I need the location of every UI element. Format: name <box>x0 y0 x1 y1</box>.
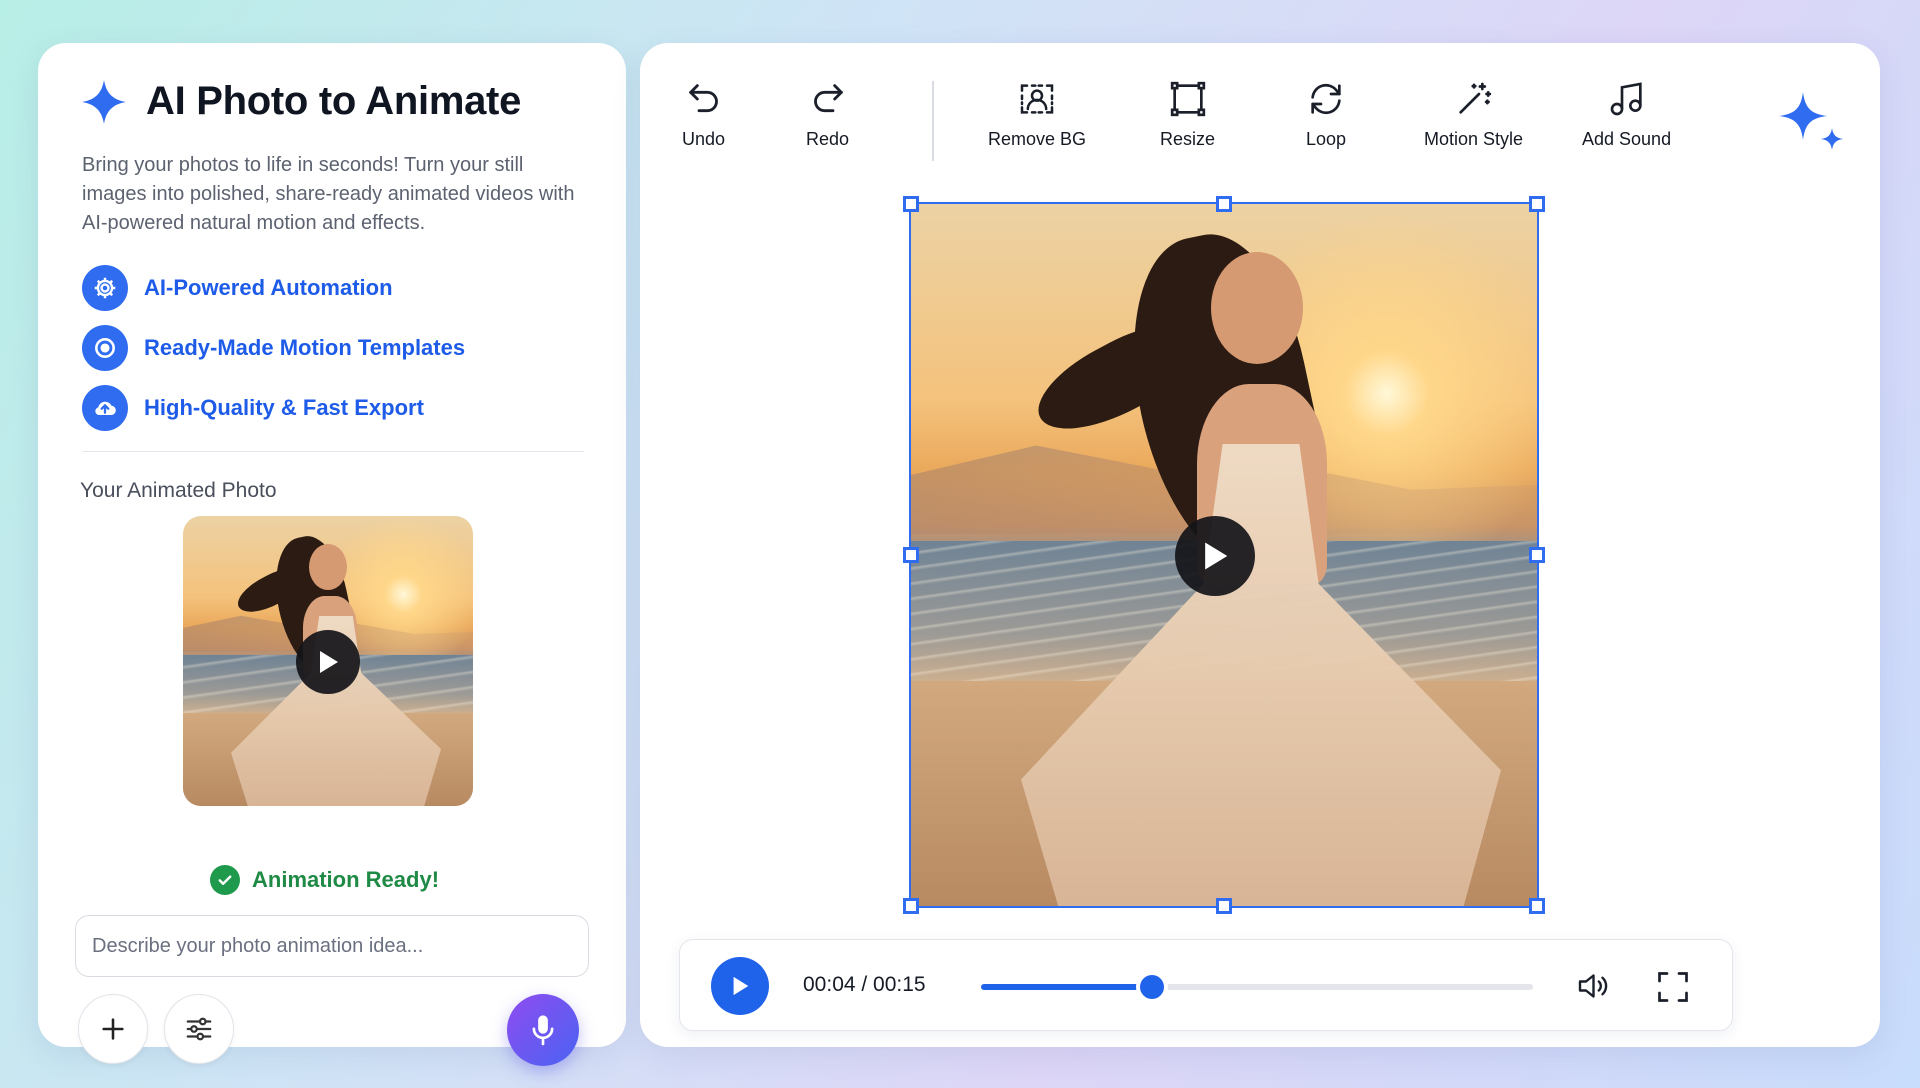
canvas-play-button[interactable] <box>1175 516 1255 596</box>
tool-label: Resize <box>1160 129 1216 149</box>
status-badge: Animation Ready! <box>252 867 440 892</box>
sliders-icon <box>186 1017 212 1041</box>
video-player-controls: 00:04 / 00:15 <box>679 939 1733 1031</box>
progress-thumb[interactable] <box>1140 975 1165 999</box>
resize-icon <box>1170 81 1205 117</box>
play-icon <box>1205 542 1228 570</box>
loop-icon <box>1311 83 1341 115</box>
tool-label: Motion Style <box>1424 129 1524 149</box>
resize-button[interactable]: Resize <box>1160 79 1215 150</box>
check-icon <box>210 865 240 895</box>
app-description: Bring your photos to life in seconds! Tu… <box>82 154 575 234</box>
sparkle-logo-icon <box>1779 92 1843 150</box>
resize-handle-bottom-left[interactable] <box>903 898 919 914</box>
magic-wand-icon <box>1458 82 1491 114</box>
resize-handle-left[interactable] <box>903 547 919 563</box>
feature-label: High-Quality & Fast Export <box>144 395 424 420</box>
resize-handle-top-right[interactable] <box>1529 196 1545 212</box>
music-note-icon <box>1610 82 1642 116</box>
target-icon <box>82 325 128 371</box>
photo-canvas[interactable] <box>903 196 1545 914</box>
editor-panel: Undo Redo Remove BG Resize Loop Motion S… <box>640 43 1880 1047</box>
undo-icon <box>688 84 718 113</box>
settings-button[interactable] <box>164 994 234 1064</box>
tool-label: Redo <box>806 129 850 149</box>
redo-icon <box>813 84 843 113</box>
cloud-upload-icon <box>82 385 128 431</box>
plus-icon <box>102 1018 124 1040</box>
remove-bg-button[interactable]: Remove BG <box>988 79 1086 150</box>
feature-list: AI-Powered Automation Ready-Made Motion … <box>82 265 465 445</box>
feature-label: Ready-Made Motion Templates <box>144 335 466 360</box>
divider <box>82 451 584 452</box>
tool-label: Remove BG <box>988 129 1087 149</box>
page-title: AI Photo to Animate <box>146 79 522 123</box>
sparkle-icon <box>82 79 126 124</box>
loop-button[interactable]: Loop <box>1304 79 1348 150</box>
prompt-input[interactable] <box>75 915 589 977</box>
motion-style-button[interactable]: Motion Style <box>1424 79 1523 150</box>
microphone-button[interactable] <box>507 994 579 1066</box>
resize-handle-bottom[interactable] <box>1216 898 1232 914</box>
add-sound-button[interactable]: Add Sound <box>1582 79 1671 150</box>
resize-handle-top[interactable] <box>1216 196 1232 212</box>
toolbar-divider <box>932 81 934 161</box>
playback-time: 00:04 / 00:15 <box>803 973 926 996</box>
preview-section-title: Your Animated Photo <box>80 479 277 502</box>
remove-bg-icon <box>1020 84 1054 114</box>
thumbnail-play-button[interactable] <box>296 630 360 694</box>
play-button[interactable] <box>711 957 769 1015</box>
play-icon <box>320 651 338 673</box>
tool-label: Add Sound <box>1582 129 1672 149</box>
progress-slider[interactable] <box>981 975 1533 999</box>
title-row: AI Photo to Animate <box>82 79 521 124</box>
fullscreen-icon[interactable] <box>1655 969 1691 1005</box>
feature-item-templates: Ready-Made Motion Templates <box>82 325 465 371</box>
resize-handle-bottom-right[interactable] <box>1529 898 1545 914</box>
resize-handle-right[interactable] <box>1529 547 1545 563</box>
animated-photo-thumbnail[interactable] <box>183 516 473 806</box>
status-row: Animation Ready! <box>210 865 439 895</box>
progress-fill <box>981 984 1153 990</box>
add-button[interactable] <box>78 994 148 1064</box>
tool-label: Undo <box>682 129 726 149</box>
volume-icon[interactable] <box>1573 968 1611 1004</box>
feature-item-automation: AI-Powered Automation <box>82 265 465 311</box>
gear-icon <box>82 265 128 311</box>
resize-handle-top-left[interactable] <box>903 196 919 212</box>
left-panel: AI Photo to Animate Bring your photos to… <box>38 43 626 1066</box>
feature-item-export: High-Quality & Fast Export <box>82 385 465 431</box>
undo-button[interactable]: Undo <box>682 79 725 150</box>
tool-label: Loop <box>1305 129 1347 149</box>
redo-button[interactable]: Redo <box>806 79 849 150</box>
play-icon <box>733 976 749 996</box>
microphone-icon <box>532 1015 554 1046</box>
feature-label: AI-Powered Automation <box>144 275 393 300</box>
